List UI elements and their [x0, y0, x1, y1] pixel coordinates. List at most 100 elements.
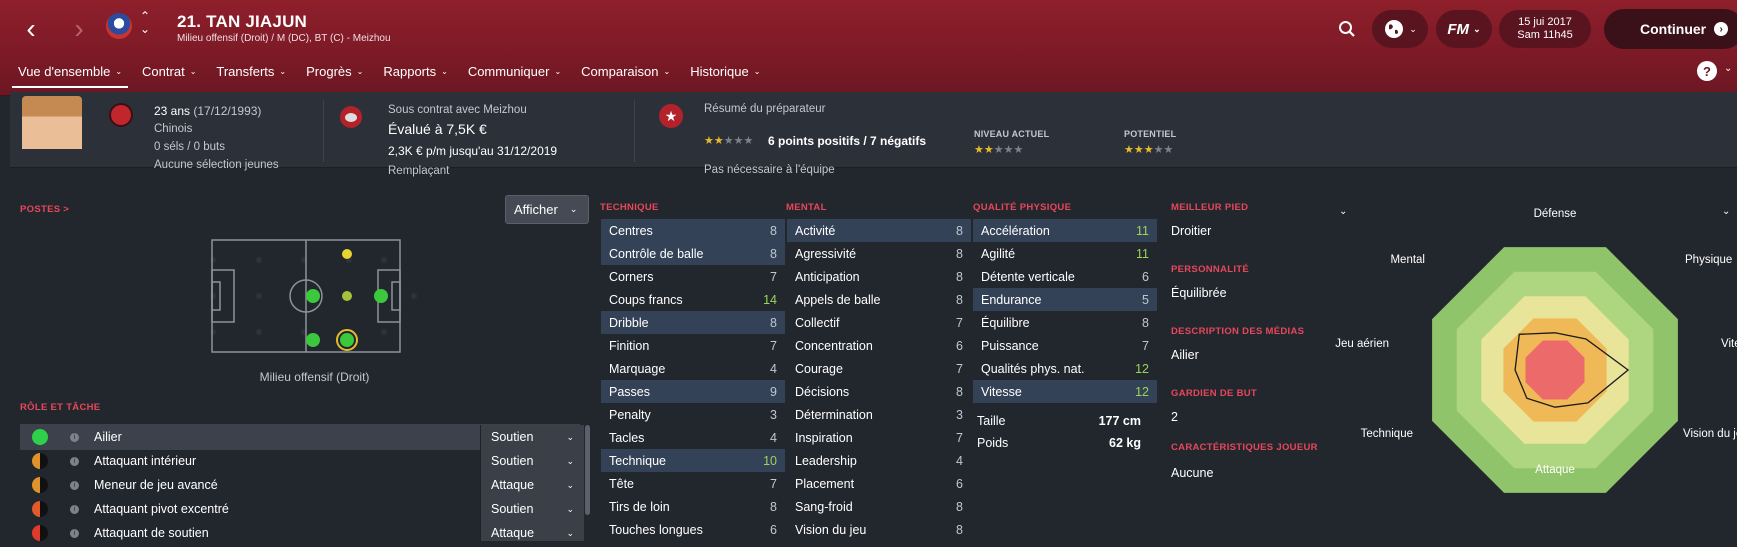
attribute-row[interactable]: Équilibre 8 [973, 311, 1157, 334]
info-icon[interactable]: i [70, 456, 79, 466]
attribute-name: Vitesse [981, 384, 1022, 399]
info-icon[interactable]: i [70, 480, 79, 490]
star-icon: ★ [713, 135, 724, 147]
attribute-row[interactable]: Concentration 6 [787, 334, 971, 357]
attribute-row[interactable]: Marquage 4 [601, 357, 785, 380]
star-icon: ★ [1153, 144, 1164, 156]
attribute-row[interactable]: Tête 7 [601, 472, 785, 495]
attribute-row[interactable]: Inspiration 7 [787, 426, 971, 449]
star-icon: ★ [993, 144, 1004, 156]
attribute-name: Tête [609, 476, 635, 491]
attribute-row[interactable]: Qualités phys. nat. 12 [973, 357, 1157, 380]
help-icon[interactable]: ? [1697, 61, 1717, 81]
search-icon[interactable] [1332, 14, 1362, 44]
duty-dropdown[interactable]: Attaque ⌄ [480, 521, 584, 541]
app-window: ‹ › ⌃ ⌄ 21. TAN JIAJUN Milieu offensif (D… [0, 0, 1737, 547]
attribute-row[interactable]: Finition 7 [601, 334, 785, 357]
chevron-down-icon: ⌄ [663, 67, 671, 76]
duty-dropdown[interactable]: Soutien ⌄ [480, 449, 584, 473]
info-icon[interactable]: i [70, 528, 79, 538]
attribute-row[interactable]: Décisions 8 [787, 380, 971, 403]
attribute-name: Détermination [795, 407, 873, 422]
attribute-name: Contrôle de balle [609, 246, 704, 261]
date-display[interactable]: 15 jui 2017 Sam 11h45 [1499, 10, 1591, 48]
attribute-value: 4 [770, 361, 777, 376]
attribute-row[interactable]: Leadership 4 [787, 449, 971, 472]
radar-ring [1525, 340, 1585, 400]
attribute-row[interactable]: Passes 9 [601, 380, 785, 403]
attribute-row[interactable]: Détermination 3 [787, 403, 971, 426]
star-icon: ★ [704, 135, 714, 147]
attribute-name: Courage [795, 361, 843, 376]
attribute-row[interactable]: Touches longues 6 [601, 518, 785, 541]
tab-7[interactable]: Historique ⌄ [684, 60, 766, 88]
attribute-name: Marquage [609, 361, 666, 376]
attribute-row[interactable]: Agressivité 8 [787, 242, 971, 265]
attribute-row[interactable]: Puissance 7 [973, 334, 1157, 357]
attribute-row[interactable]: Coups francs 14 [601, 288, 785, 311]
role-row[interactable]: i Attaquant de soutien Attaque ⌄ [20, 520, 584, 541]
attribute-value: 3 [770, 407, 777, 422]
attribute-row[interactable]: Centres 8 [601, 219, 785, 242]
chevron-down-icon[interactable]: ⌄ [1339, 206, 1347, 217]
mental-attributes: Activité 8 Agressivité 8 Anticipation 8 Appels… [787, 219, 971, 541]
date-line: 15 jui 2017 [1518, 16, 1572, 28]
attribute-value: 6 [956, 476, 963, 491]
attribute-row[interactable]: Activité 8 [787, 219, 971, 242]
attribute-value: 9 [770, 384, 777, 399]
fm-menu-button[interactable]: FM ⌄ [1436, 10, 1492, 48]
attribute-row[interactable]: Vitesse 12 [973, 380, 1157, 403]
attribute-name: Leadership [795, 453, 857, 468]
attribute-value: 8 [1142, 315, 1149, 330]
roles-scrollbar[interactable] [585, 425, 590, 515]
attribute-row[interactable]: Corners 7 [601, 265, 785, 288]
duty-dropdown[interactable]: Soutien ⌄ [480, 425, 584, 449]
traits-label: CARACTÉRISTIQUES JOUEUR [1171, 442, 1318, 453]
attribute-name: Finition [609, 338, 650, 353]
attribute-row[interactable]: Détente verticale 6 [973, 265, 1157, 288]
attribute-row[interactable]: Vision du jeu 8 [787, 518, 971, 541]
role-row[interactable]: i Attaquant pivot excentré Soutien ⌄ [20, 496, 584, 522]
attribute-row[interactable]: Tirs de loin 8 [601, 495, 785, 518]
attribute-value: 8 [956, 384, 963, 399]
attribute-row[interactable]: Anticipation 8 [787, 265, 971, 288]
attribute-radar: Défense Physique Vitesse Vision du jeu Attaq… [1335, 208, 1737, 530]
attribute-row[interactable]: Endurance 5 [973, 288, 1157, 311]
attribute-value: 14 [763, 292, 777, 307]
info-icon[interactable]: i [70, 432, 79, 442]
duty-dropdown[interactable]: Attaque ⌄ [480, 473, 584, 497]
role-row[interactable]: i Meneur de jeu avancé Attaque ⌄ [20, 472, 584, 498]
attribute-row[interactable]: Sang-froid 8 [787, 495, 971, 518]
attribute-row[interactable]: Dribble 8 [601, 311, 785, 334]
attribute-row[interactable]: Appels de balle 8 [787, 288, 971, 311]
weight-value: 62 kg [1109, 436, 1141, 450]
attribute-row[interactable]: Tacles 4 [601, 426, 785, 449]
attribute-row[interactable]: Accélération 11 [973, 219, 1157, 242]
help-chevron-icon[interactable]: ⌄ [1724, 63, 1732, 74]
radar-axis-label: Jeu aérien [1335, 338, 1389, 350]
role-name: Attaquant intérieur [94, 454, 197, 468]
attribute-row[interactable]: Courage 7 [787, 357, 971, 380]
attribute-value: 4 [956, 453, 963, 468]
role-row[interactable]: i Attaquant intérieur Soutien ⌄ [20, 448, 584, 474]
attribute-value: 7 [1142, 338, 1149, 353]
attribute-row[interactable]: Penalty 3 [601, 403, 785, 426]
summary-stars: ★★★★★ [704, 134, 753, 147]
role-row[interactable]: i Ailier Soutien ⌄ [20, 424, 584, 450]
duty-dropdown[interactable]: Soutien ⌄ [480, 497, 584, 521]
attribute-name: Anticipation [795, 269, 860, 284]
continue-arrow-icon: › [1714, 22, 1729, 36]
attribute-row[interactable]: Placement 6 [787, 472, 971, 495]
role-suitability-icon [32, 429, 48, 445]
info-icon[interactable]: i [70, 504, 79, 514]
attribute-row[interactable]: Collectif 7 [787, 311, 971, 334]
continue-button[interactable]: Continuer › [1604, 9, 1737, 49]
globe-menu-button[interactable]: ⌄ [1372, 10, 1428, 48]
attribute-row[interactable]: Contrôle de balle 8 [601, 242, 785, 265]
attribute-row[interactable]: Agilité 11 [973, 242, 1157, 265]
attribute-row[interactable]: Technique 10 [601, 449, 785, 472]
attribute-name: Décisions [795, 384, 850, 399]
attribute-name: Sang-froid [795, 499, 853, 514]
continue-label: Continuer [1640, 21, 1707, 37]
attribute-name: Qualités phys. nat. [981, 361, 1085, 376]
